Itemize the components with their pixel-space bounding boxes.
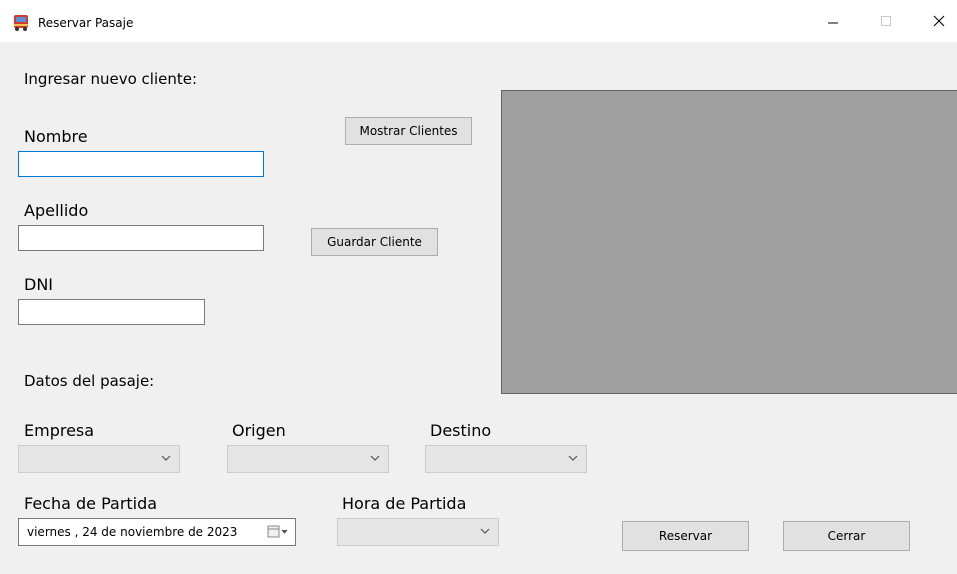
bus-icon: [12, 14, 30, 32]
destino-label: Destino: [430, 421, 492, 440]
chevron-down-icon: [161, 455, 171, 461]
apellido-label: Apellido: [24, 201, 89, 220]
window-title: Reservar Pasaje: [38, 16, 134, 30]
pasaje-section-title: Datos del pasaje:: [24, 372, 155, 390]
hora-label: Hora de Partida: [342, 494, 467, 513]
nombre-label: Nombre: [24, 127, 88, 146]
fecha-datepicker[interactable]: viernes , 24 de noviembre de 2023: [18, 518, 296, 546]
close-button[interactable]: [916, 0, 957, 42]
cerrar-button[interactable]: Cerrar: [783, 521, 910, 551]
dni-label: DNI: [24, 275, 54, 294]
dni-field[interactable]: [18, 299, 205, 325]
apellido-field[interactable]: [18, 225, 264, 251]
empresa-label: Empresa: [24, 421, 95, 440]
reservar-button[interactable]: Reservar: [622, 521, 749, 551]
chevron-down-icon: [480, 528, 490, 534]
fecha-label: Fecha de Partida: [24, 494, 158, 513]
origen-label: Origen: [232, 421, 286, 440]
hora-select[interactable]: [337, 518, 499, 546]
minimize-icon: [828, 22, 838, 24]
minimize-button[interactable]: [810, 0, 856, 42]
chevron-down-icon: [568, 455, 578, 461]
guardar-cliente-button[interactable]: Guardar Cliente: [311, 228, 438, 256]
empresa-select[interactable]: [18, 445, 180, 473]
destino-select[interactable]: [425, 445, 587, 473]
fecha-value: viernes , 24 de noviembre de 2023: [27, 525, 238, 539]
maximize-icon: [881, 16, 891, 26]
origen-select[interactable]: [227, 445, 389, 473]
calendar-dropdown-icon[interactable]: [267, 525, 289, 539]
close-icon: [933, 15, 945, 27]
mostrar-clientes-button[interactable]: Mostrar Clientes: [345, 117, 472, 145]
maximize-button[interactable]: [863, 0, 909, 42]
chevron-down-icon: [370, 455, 380, 461]
nombre-field[interactable]: [18, 151, 264, 177]
clientes-grid[interactable]: [501, 90, 957, 394]
cliente-section-title: Ingresar nuevo cliente:: [24, 70, 198, 88]
form-body: Ingresar nuevo cliente: Nombre Mostrar C…: [8, 42, 957, 574]
title-bar: Reservar Pasaje: [0, 0, 957, 42]
